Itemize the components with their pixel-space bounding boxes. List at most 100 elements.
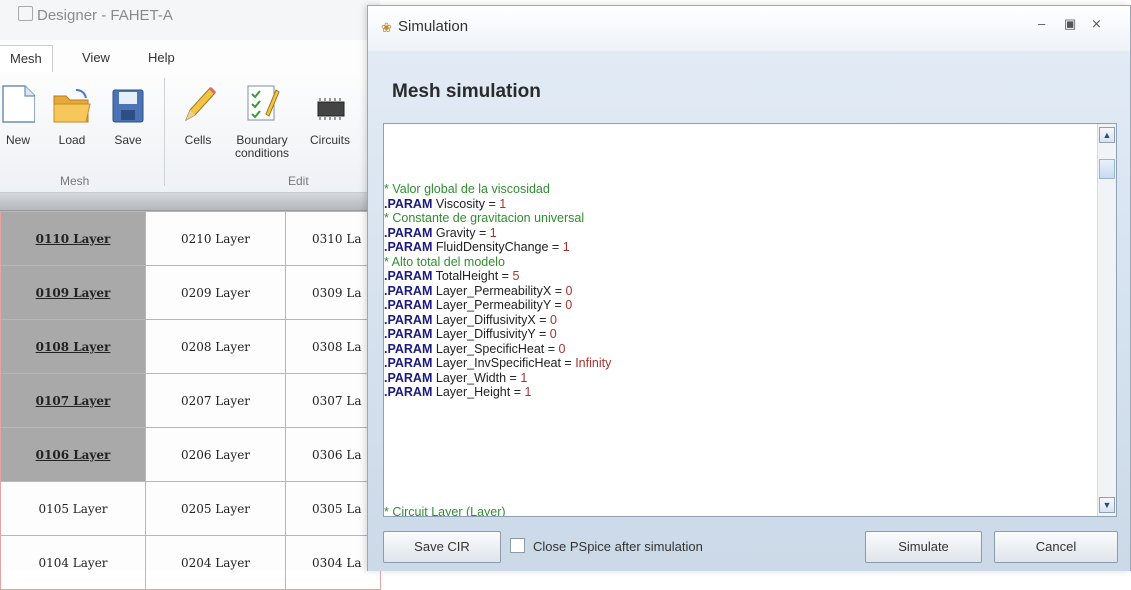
- code-line: .PARAM Layer_DiffusivityX = 0: [384, 313, 1096, 328]
- param-value: 1: [562, 240, 570, 254]
- code-operator: =: [560, 356, 576, 370]
- grid-cell[interactable]: 0109 Layer: [0, 265, 146, 320]
- grid-cell[interactable]: 0210 Layer: [145, 211, 286, 266]
- param-value: 1: [524, 385, 532, 399]
- grid-row: 0105 Layer 0205 Layer 0305 La: [0, 481, 381, 536]
- close-icon[interactable]: ⨯: [1091, 16, 1102, 32]
- scroll-up-icon[interactable]: ▲: [1099, 127, 1115, 143]
- code-comment: * Constante de gravitacion universal: [384, 211, 585, 225]
- code-line: * Alto total del modelo: [384, 255, 1096, 270]
- grid-row: 0110 Layer 0210 Layer 0310 La: [0, 211, 381, 266]
- grid-cell[interactable]: 0205 Layer: [145, 481, 286, 536]
- param-name: Layer_Height: [435, 385, 511, 399]
- save-button[interactable]: Save: [98, 80, 158, 147]
- code-keyword: .PARAM: [384, 298, 433, 312]
- save-cir-button[interactable]: Save CIR: [383, 531, 501, 563]
- code-keyword: .PARAM: [384, 370, 433, 385]
- new-label: New: [5, 133, 30, 147]
- code-operator: =: [550, 298, 566, 312]
- grid-cell[interactable]: 0108 Layer: [0, 319, 146, 374]
- grid-cell[interactable]: 0208 Layer: [145, 319, 286, 374]
- code-keyword: .PARAM: [384, 240, 433, 254]
- param-name: Layer_SpecificHeat: [435, 341, 545, 356]
- tab-view[interactable]: View: [82, 45, 110, 71]
- grid-row: 0104 Layer 0204 Layer 0304 La: [0, 535, 381, 590]
- minimize-icon[interactable]: ‒: [1038, 16, 1045, 31]
- new-document-icon: [2, 85, 35, 123]
- floppy-disk-icon: [112, 89, 144, 123]
- close-pspice-checkbox[interactable]: Close PSpice after simulation: [510, 537, 703, 557]
- grid-cell[interactable]: 0110 Layer: [0, 211, 146, 266]
- param-name: Layer_PermeabilityX: [435, 283, 552, 298]
- ribbon-separator: [164, 78, 165, 186]
- code-line: * Constante de gravitacion universal: [384, 211, 1096, 226]
- grid-row: 0107 Layer 0207 Layer 0307 La: [0, 373, 381, 428]
- chip-icon: [317, 98, 345, 120]
- checkbox-box[interactable]: [510, 538, 525, 553]
- code-comment: * Alto total del modelo: [384, 254, 505, 269]
- grid-cell[interactable]: 0209 Layer: [145, 265, 286, 320]
- cells-button[interactable]: Cells: [168, 80, 228, 147]
- code-line: .PARAM Gravity = 1: [384, 226, 1096, 241]
- group-label-mesh: Mesh: [60, 174, 90, 188]
- grid-cell[interactable]: 0207 Layer: [145, 373, 286, 428]
- designer-title-text: Designer - FAHET-A: [37, 7, 173, 24]
- code-keyword: .PARAM: [384, 269, 433, 283]
- boundary-conditions-button[interactable]: Boundary conditions: [226, 80, 298, 160]
- param-value: 0: [565, 298, 573, 312]
- tab-mesh[interactable]: Mesh: [0, 45, 53, 73]
- code-line: .PARAM Layer_Height = 1: [384, 385, 1096, 400]
- vertical-scrollbar[interactable]: ▲ ▼: [1097, 124, 1116, 516]
- grid-cell[interactable]: 0206 Layer: [145, 427, 286, 482]
- grid-cell[interactable]: 0106 Layer: [0, 427, 146, 482]
- code-keyword: .PARAM: [384, 327, 433, 341]
- grid-row: 0109 Layer 0209 Layer 0309 La: [0, 265, 381, 320]
- code-keyword: .PARAM: [384, 356, 433, 370]
- param-name: Viscosity: [435, 196, 485, 211]
- grid-cell[interactable]: 0105 Layer: [0, 481, 146, 536]
- maximize-icon[interactable]: ▣: [1064, 16, 1076, 32]
- simulate-button[interactable]: Simulate: [865, 531, 982, 563]
- pencil-icon: [185, 86, 216, 122]
- dialog-heading: Mesh simulation: [392, 81, 541, 102]
- param-value: 1: [520, 370, 528, 385]
- code-operator: =: [475, 225, 490, 240]
- circuits-button[interactable]: Circuits: [300, 80, 360, 147]
- new-button[interactable]: New: [0, 80, 48, 147]
- code-line: .PARAM FluidDensityChange = 1: [384, 240, 1096, 255]
- param-value: 0: [549, 327, 557, 341]
- grid-cell[interactable]: 0104 Layer: [0, 535, 146, 590]
- grid-cell[interactable]: 0107 Layer: [0, 373, 146, 428]
- param-name: Layer_DiffusivityX: [435, 312, 536, 327]
- param-name: Layer_InvSpecificHeat: [435, 356, 561, 370]
- tab-help[interactable]: Help: [148, 45, 175, 71]
- code-trailing-line: * Circuit Layer (Layer): [384, 506, 506, 516]
- param-value: 0: [565, 283, 573, 298]
- grid-cell[interactable]: 0204 Layer: [145, 535, 286, 590]
- checklist-icon: [247, 85, 280, 121]
- code-line: .PARAM Viscosity = 1: [384, 197, 1096, 212]
- ribbon: New Load Save Cells Boundary conditions …: [0, 72, 380, 193]
- load-button[interactable]: Load: [42, 80, 102, 147]
- group-label-edit: Edit: [288, 174, 309, 188]
- cir-code-editor[interactable]: * Valor global de la viscosidad .PARAM Vi…: [383, 123, 1117, 517]
- app-icon: [18, 6, 33, 21]
- code-keyword: .PARAM: [384, 312, 433, 327]
- dialog-body: Mesh simulation * Valor global de la vis…: [368, 51, 1130, 571]
- dialog-titlebar[interactable]: ❀ Simulation ‒ ▣ ⨯: [368, 6, 1130, 51]
- param-value: 0: [549, 312, 557, 327]
- code-operator: =: [535, 312, 550, 327]
- scroll-thumb[interactable]: [1099, 159, 1115, 179]
- scroll-down-icon[interactable]: ▼: [1099, 497, 1115, 513]
- save-label: Save: [114, 133, 142, 147]
- code-line: .PARAM Layer_PermeabilityY = 0: [384, 298, 1096, 313]
- code-comment: * Valor global de la viscosidad: [384, 182, 550, 196]
- code-line: .PARAM Layer_SpecificHeat = 0: [384, 342, 1096, 357]
- param-name: Gravity: [435, 225, 476, 240]
- param-name: TotalHeight: [435, 269, 499, 283]
- code-lines: * Valor global de la viscosidad .PARAM Vi…: [384, 182, 1096, 400]
- layer-grid: 0110 Layer 0210 Layer 0310 La 0109 Layer 020…: [0, 211, 381, 590]
- cancel-button[interactable]: Cancel: [994, 531, 1118, 563]
- designer-window: Designer - FAHET-A Mesh View Help New Lo…: [0, 0, 381, 590]
- param-name: Layer_PermeabilityY: [435, 298, 551, 312]
